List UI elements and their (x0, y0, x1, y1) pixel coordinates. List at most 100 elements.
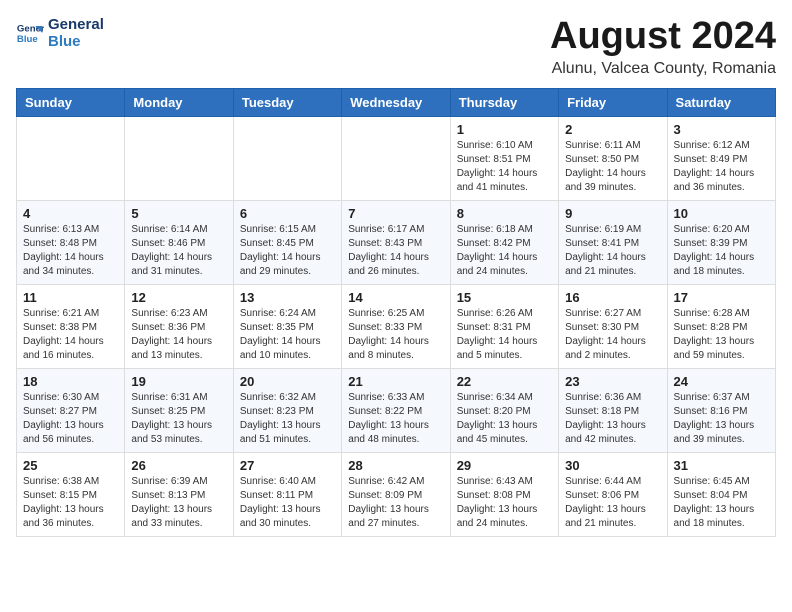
day-content: Sunrise: 6:42 AM Sunset: 8:09 PM Dayligh… (348, 475, 443, 531)
weekday-header-tuesday: Tuesday (233, 88, 341, 116)
day-number: 10 (674, 206, 769, 221)
day-cell: 2 Sunrise: 6:11 AM Sunset: 8:50 PM Daylig… (559, 116, 667, 200)
day-number: 5 (131, 206, 226, 221)
day-content: Sunrise: 6:13 AM Sunset: 8:48 PM Dayligh… (23, 223, 118, 279)
day-cell: 11 Sunrise: 6:21 AM Sunset: 8:38 PM Dayli… (17, 284, 125, 368)
day-number: 20 (240, 374, 335, 389)
day-number: 9 (565, 206, 660, 221)
title-area: August 2024 Alunu, Valcea County, Romani… (550, 16, 776, 78)
day-content: Sunrise: 6:36 AM Sunset: 8:18 PM Dayligh… (565, 391, 660, 447)
week-row-2: 4 Sunrise: 6:13 AM Sunset: 8:48 PM Daylig… (17, 200, 776, 284)
day-cell (17, 116, 125, 200)
day-number: 21 (348, 374, 443, 389)
week-row-1: 1Sunrise: 6:10 AM Sunset: 8:51 PM Daylig… (17, 116, 776, 200)
calendar-table: SundayMondayTuesdayWednesdayThursdayFrid… (16, 88, 776, 537)
day-content: Sunrise: 6:31 AM Sunset: 8:25 PM Dayligh… (131, 391, 226, 447)
day-cell: 16Sunrise: 6:27 AM Sunset: 8:30 PM Dayli… (559, 284, 667, 368)
day-content: Sunrise: 6:21 AM Sunset: 8:38 PM Dayligh… (23, 307, 118, 363)
day-cell: 12 Sunrise: 6:23 AM Sunset: 8:36 PM Dayli… (125, 284, 233, 368)
day-cell: 10 Sunrise: 6:20 AM Sunset: 8:39 PM Dayli… (667, 200, 775, 284)
day-content: Sunrise: 6:32 AM Sunset: 8:23 PM Dayligh… (240, 391, 335, 447)
week-row-4: 18 Sunrise: 6:30 AM Sunset: 8:27 PM Dayli… (17, 368, 776, 452)
day-number: 2 (565, 122, 660, 137)
day-content: Sunrise: 6:14 AM Sunset: 8:46 PM Dayligh… (131, 223, 226, 279)
weekday-header-monday: Monday (125, 88, 233, 116)
day-cell: 3 Sunrise: 6:12 AM Sunset: 8:49 PM Daylig… (667, 116, 775, 200)
day-cell: 8 Sunrise: 6:18 AM Sunset: 8:42 PM Daylig… (450, 200, 558, 284)
day-cell: 21Sunrise: 6:33 AM Sunset: 8:22 PM Dayli… (342, 368, 450, 452)
day-number: 11 (23, 290, 118, 305)
day-number: 7 (348, 206, 443, 221)
day-cell: 14 Sunrise: 6:25 AM Sunset: 8:33 PM Dayli… (342, 284, 450, 368)
svg-text:Blue: Blue (17, 34, 38, 45)
day-number: 8 (457, 206, 552, 221)
weekday-header-row: SundayMondayTuesdayWednesdayThursdayFrid… (17, 88, 776, 116)
day-cell: 23 Sunrise: 6:36 AM Sunset: 8:18 PM Dayli… (559, 368, 667, 452)
day-content: Sunrise: 6:40 AM Sunset: 8:11 PM Dayligh… (240, 475, 335, 531)
day-content: Sunrise: 6:24 AM Sunset: 8:35 PM Dayligh… (240, 307, 335, 363)
day-number: 14 (348, 290, 443, 305)
day-number: 31 (674, 458, 769, 473)
day-number: 27 (240, 458, 335, 473)
week-row-3: 11 Sunrise: 6:21 AM Sunset: 8:38 PM Dayli… (17, 284, 776, 368)
day-content: Sunrise: 6:30 AM Sunset: 8:27 PM Dayligh… (23, 391, 118, 447)
day-cell: 15 Sunrise: 6:26 AM Sunset: 8:31 PM Dayli… (450, 284, 558, 368)
day-cell: 27 Sunrise: 6:40 AM Sunset: 8:11 PM Dayli… (233, 452, 341, 536)
week-row-5: 25Sunrise: 6:38 AM Sunset: 8:15 PM Dayli… (17, 452, 776, 536)
day-content: Sunrise: 6:10 AM Sunset: 8:51 PM Dayligh… (457, 139, 552, 195)
day-content: Sunrise: 6:20 AM Sunset: 8:39 PM Dayligh… (674, 223, 769, 279)
weekday-header-friday: Friday (559, 88, 667, 116)
weekday-header-sunday: Sunday (17, 88, 125, 116)
day-number: 3 (674, 122, 769, 137)
day-number: 6 (240, 206, 335, 221)
day-content: Sunrise: 6:26 AM Sunset: 8:31 PM Dayligh… (457, 307, 552, 363)
day-number: 23 (565, 374, 660, 389)
day-cell: 22Sunrise: 6:34 AM Sunset: 8:20 PM Dayli… (450, 368, 558, 452)
day-cell: 18 Sunrise: 6:30 AM Sunset: 8:27 PM Dayli… (17, 368, 125, 452)
day-cell: 30Sunrise: 6:44 AM Sunset: 8:06 PM Dayli… (559, 452, 667, 536)
day-number: 24 (674, 374, 769, 389)
month-title: August 2024 (550, 16, 776, 58)
day-content: Sunrise: 6:18 AM Sunset: 8:42 PM Dayligh… (457, 223, 552, 279)
page-header: General Blue General Blue August 2024 Al… (16, 16, 776, 78)
day-cell: 28Sunrise: 6:42 AM Sunset: 8:09 PM Dayli… (342, 452, 450, 536)
day-cell: 24Sunrise: 6:37 AM Sunset: 8:16 PM Dayli… (667, 368, 775, 452)
logo: General Blue General Blue (16, 16, 104, 51)
logo-line1: General (48, 16, 104, 33)
day-content: Sunrise: 6:43 AM Sunset: 8:08 PM Dayligh… (457, 475, 552, 531)
day-content: Sunrise: 6:27 AM Sunset: 8:30 PM Dayligh… (565, 307, 660, 363)
location-title: Alunu, Valcea County, Romania (550, 60, 776, 78)
day-number: 29 (457, 458, 552, 473)
day-content: Sunrise: 6:19 AM Sunset: 8:41 PM Dayligh… (565, 223, 660, 279)
day-content: Sunrise: 6:23 AM Sunset: 8:36 PM Dayligh… (131, 307, 226, 363)
day-number: 25 (23, 458, 118, 473)
day-cell: 5 Sunrise: 6:14 AM Sunset: 8:46 PM Daylig… (125, 200, 233, 284)
weekday-header-thursday: Thursday (450, 88, 558, 116)
day-number: 18 (23, 374, 118, 389)
day-content: Sunrise: 6:12 AM Sunset: 8:49 PM Dayligh… (674, 139, 769, 195)
day-number: 30 (565, 458, 660, 473)
day-number: 15 (457, 290, 552, 305)
day-cell: 9 Sunrise: 6:19 AM Sunset: 8:41 PM Daylig… (559, 200, 667, 284)
day-cell (233, 116, 341, 200)
day-cell: 6Sunrise: 6:15 AM Sunset: 8:45 PM Daylig… (233, 200, 341, 284)
day-content: Sunrise: 6:45 AM Sunset: 8:04 PM Dayligh… (674, 475, 769, 531)
day-number: 19 (131, 374, 226, 389)
logo-line2: Blue (48, 33, 104, 50)
day-cell: 31 Sunrise: 6:45 AM Sunset: 8:04 PM Dayli… (667, 452, 775, 536)
day-cell: 17Sunrise: 6:28 AM Sunset: 8:28 PM Dayli… (667, 284, 775, 368)
day-number: 13 (240, 290, 335, 305)
day-cell: 25Sunrise: 6:38 AM Sunset: 8:15 PM Dayli… (17, 452, 125, 536)
day-number: 4 (23, 206, 118, 221)
day-content: Sunrise: 6:28 AM Sunset: 8:28 PM Dayligh… (674, 307, 769, 363)
day-cell: 20 Sunrise: 6:32 AM Sunset: 8:23 PM Dayli… (233, 368, 341, 452)
day-number: 12 (131, 290, 226, 305)
day-content: Sunrise: 6:39 AM Sunset: 8:13 PM Dayligh… (131, 475, 226, 531)
day-cell: 13 Sunrise: 6:24 AM Sunset: 8:35 PM Dayli… (233, 284, 341, 368)
day-cell: 7Sunrise: 6:17 AM Sunset: 8:43 PM Daylig… (342, 200, 450, 284)
day-content: Sunrise: 6:11 AM Sunset: 8:50 PM Dayligh… (565, 139, 660, 195)
day-number: 22 (457, 374, 552, 389)
day-content: Sunrise: 6:25 AM Sunset: 8:33 PM Dayligh… (348, 307, 443, 363)
day-cell: 26Sunrise: 6:39 AM Sunset: 8:13 PM Dayli… (125, 452, 233, 536)
day-cell (125, 116, 233, 200)
